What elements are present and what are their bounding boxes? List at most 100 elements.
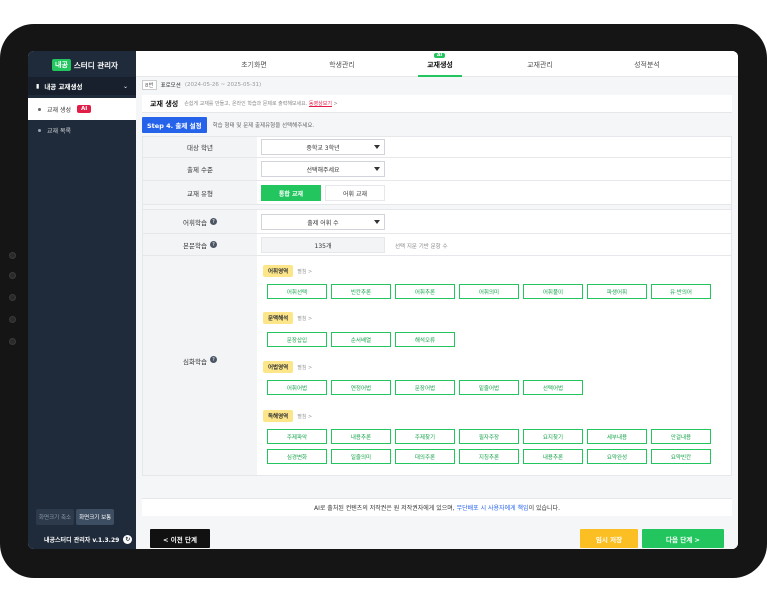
category-header: 어법영역 펼침 > xyxy=(263,361,312,373)
chip[interactable]: 내용추론 xyxy=(523,449,583,464)
logo[interactable]: 내공 스터디 관리자 xyxy=(52,58,118,72)
refresh-icon[interactable]: ↻ xyxy=(123,535,133,544)
grade-label-text: 대상 학년 xyxy=(187,144,213,152)
tab-home[interactable]: 초기화면 xyxy=(241,60,267,70)
chip[interactable]: 선택어법 xyxy=(523,380,583,395)
category-label: 문맥해석 xyxy=(263,312,294,324)
video-link[interactable]: 동영상보기 xyxy=(309,101,332,107)
grade-label: 대상 학년 xyxy=(143,137,257,157)
sidebar-item-list[interactable]: 교재 목록 xyxy=(28,121,136,139)
chip[interactable]: 연정어법 xyxy=(331,380,391,395)
sidebar-item-create[interactable]: 교재 생성 AI xyxy=(28,98,136,120)
text-count-hint: 선택 지문 기반 문항 수 xyxy=(395,244,448,250)
deep-label-text: 심화학습 xyxy=(183,358,207,366)
chip[interactable]: 밑줄어법 xyxy=(459,380,519,395)
top-nav: 초기화면 학생관리 교재생성 교재관리 성적분석 AI xyxy=(136,51,738,77)
chip[interactable]: 요약완성 xyxy=(587,449,647,464)
category-header: 어휘영역 펼침 > xyxy=(263,265,312,277)
notice-link[interactable]: 무단배포 시 사용자에게 책임 xyxy=(457,503,529,512)
breadcrumb: 8번 표로모션 (2024-05-26 ~ 2025-05-31) xyxy=(142,80,261,90)
camera-dot xyxy=(9,252,16,259)
level-select-value: 선택해주세요 xyxy=(306,166,340,174)
next-step-button[interactable]: 다음 단계 > xyxy=(642,529,724,548)
vocab-count-select[interactable]: 출제 어휘 수 xyxy=(261,214,385,230)
help-icon[interactable]: ? xyxy=(209,356,217,363)
expand-link[interactable]: 펼침 > xyxy=(297,315,312,322)
tab-manage[interactable]: 교재관리 xyxy=(527,60,553,70)
chip[interactable]: 요약빈칸 xyxy=(651,449,711,464)
help-icon[interactable]: ? xyxy=(209,218,217,225)
expand-link[interactable]: 펼침 > xyxy=(297,268,312,275)
logo-badge: 내공 xyxy=(52,59,71,71)
level-label: 출제 수준 xyxy=(143,158,257,180)
class-name: 표로모션 xyxy=(160,83,181,89)
category-label: 어법영역 xyxy=(263,361,294,373)
chevron-down-icon: ⌄ xyxy=(122,82,128,90)
type-label: 교재 유형 xyxy=(143,181,257,204)
chip[interactable]: 대의주론 xyxy=(395,449,455,464)
chip[interactable]: 심경변화 xyxy=(267,449,327,464)
chip[interactable]: 세부내용 xyxy=(587,429,647,444)
chip[interactable]: 어휘추론 xyxy=(395,284,455,299)
expand-link[interactable]: 펼침 > xyxy=(297,364,312,371)
row-vocab: 어휘학습? 출제 어휘 수 xyxy=(143,210,731,234)
chip[interactable]: 내용추론 xyxy=(331,429,391,444)
chip[interactable]: 문장어법 xyxy=(395,380,455,395)
chip[interactable]: 안걸내용 xyxy=(651,429,711,444)
chip[interactable]: 순서배열 xyxy=(331,332,391,347)
vocab-select-value: 출제 어휘 수 xyxy=(307,219,339,227)
tab-create[interactable]: 교재생성 xyxy=(427,60,453,70)
chip[interactable]: 파생어휘 xyxy=(587,284,647,299)
category-header: 문맥해석 펼침 > xyxy=(263,312,312,324)
chip[interactable]: 어휘의미 xyxy=(459,284,519,299)
level-label-text: 출제 수준 xyxy=(187,166,213,174)
row-deep: 심화학습? 어휘영역 펼침 > 어휘선택 빈칸추론 어휘추론 어휘의미 어휘풀이… xyxy=(143,256,731,475)
step-description: 학습 형태 및 문제 출제유형을 선택해주세요. xyxy=(212,123,315,129)
settings-form: 대상 학년 중학교 3학년 출제 수준 선택해주세요 교재 유형 통합 교재 어… xyxy=(142,136,732,476)
tablet-frame: 내공 스터디 관리자 ▮ 내공 교재생성 ⌄ 교재 생성 AI 교재 목록 화면… xyxy=(0,24,767,578)
page-header: 교재 생성 손쉽게 교재를 만들고, 온라인 학습과 문제로 출력해보세요. 동… xyxy=(142,95,732,113)
help-icon[interactable]: ? xyxy=(209,241,217,248)
page-title: 교재 생성 xyxy=(150,99,179,108)
step-badge: Step 4. 출제 설정 xyxy=(142,117,207,133)
level-select[interactable]: 선택해주세요 xyxy=(261,161,385,177)
sidebar-section-header[interactable]: ▮ 내공 교재생성 ⌄ xyxy=(28,77,136,95)
class-number: 8번 xyxy=(142,80,157,90)
prev-step-button[interactable]: < 이전 단계 xyxy=(150,529,210,548)
chip[interactable]: 문장삽입 xyxy=(267,332,327,347)
bar-chart-icon: ▮ xyxy=(36,82,40,90)
chip[interactable]: 일줄의미 xyxy=(331,449,391,464)
chip[interactable]: 해석오류 xyxy=(395,332,455,347)
type-integrated-button[interactable]: 통합 교재 xyxy=(261,185,321,201)
chip[interactable]: 지칭추론 xyxy=(459,449,519,464)
tab-analysis[interactable]: 성적분석 xyxy=(634,60,660,70)
notice-text: AI로 출처된 컨텐츠의 저작권은 원 저작권자에게 있으며, xyxy=(314,505,455,512)
chip[interactable]: 주제파악 xyxy=(267,429,327,444)
chip[interactable]: 어휘풀이 xyxy=(523,284,583,299)
chip[interactable]: 어휘어법 xyxy=(267,380,327,395)
caret-down-icon xyxy=(374,167,380,171)
version-text: 내공스터디 관리자 v.1.3.29 xyxy=(44,537,120,544)
category-header: 독해영역 펼침 > xyxy=(263,410,312,422)
step-row: Step 4. 출제 설정 학습 형태 및 문제 출제유형을 선택해주세요. xyxy=(142,117,314,133)
expand-link[interactable]: 펼침 > xyxy=(297,413,312,420)
ai-badge: AI xyxy=(77,105,92,113)
size-normal-button[interactable]: 화면크기 보통 xyxy=(76,509,115,525)
chip[interactable]: 유·반의어 xyxy=(651,284,711,299)
size-small-button[interactable]: 화면크기 축소 xyxy=(36,509,75,525)
row-text: 본문학습? 135개 선택 지문 기반 문항 수 xyxy=(143,234,731,256)
chip[interactable]: 빈칸추론 xyxy=(331,284,391,299)
type-vocab-button[interactable]: 어휘 교재 xyxy=(325,185,385,201)
copyright-notice: AI로 출처된 컨텐츠의 저작권은 원 저작권자에게 있으며, 무단배포 시 사… xyxy=(142,498,732,516)
text-label-text: 본문학습 xyxy=(183,241,207,250)
caret-down-icon xyxy=(374,220,380,224)
page-desc-text: 손쉽게 교재를 만들고, 온라인 학습과 문제로 출력해보세요. xyxy=(184,101,308,107)
tab-students[interactable]: 학생관리 xyxy=(329,60,355,70)
chip[interactable]: 요지찾기 xyxy=(523,429,583,444)
chip[interactable]: 어휘선택 xyxy=(267,284,327,299)
chip[interactable]: 필자주장 xyxy=(459,429,519,444)
grade-select[interactable]: 중학교 3학년 xyxy=(261,139,385,155)
tab-ai-badge: AI xyxy=(434,53,446,58)
chip[interactable]: 주제찾기 xyxy=(395,429,455,444)
temp-save-button[interactable]: 임시 저장 xyxy=(580,529,638,548)
